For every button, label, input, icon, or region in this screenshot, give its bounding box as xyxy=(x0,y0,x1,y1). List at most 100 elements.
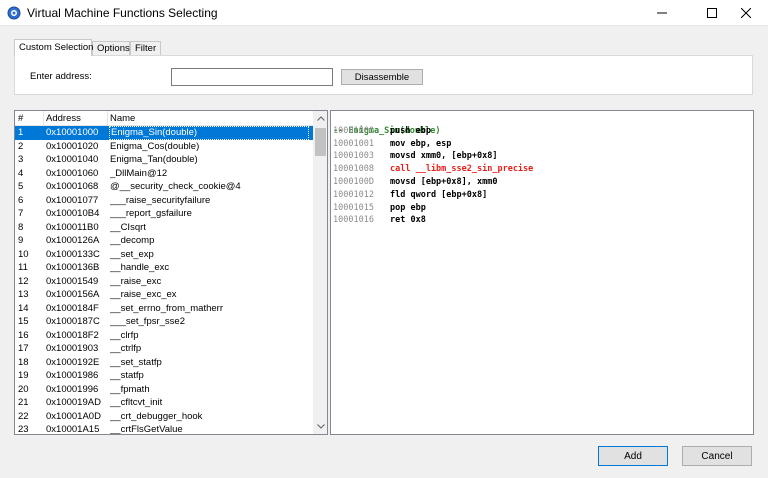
table-row[interactable]: 23 0x10001A15 __crtFlsGetValue xyxy=(15,423,313,435)
row-address: 0x10001020 xyxy=(46,140,99,152)
function-list[interactable]: # Address Name 1 0x10001000 Enigma_Sin(dou… xyxy=(14,110,328,435)
row-number: 21 xyxy=(18,397,29,408)
row-name: __crtFlsGetValue xyxy=(110,424,183,435)
row-number: 4 xyxy=(18,167,24,179)
tab-custom-selection[interactable]: Custom Selection xyxy=(14,39,93,56)
row-name: __decomp xyxy=(110,235,155,246)
row-address: 0x10001903 xyxy=(46,343,99,354)
table-row[interactable]: 14 0x1000184F __set_errno_from_matherr xyxy=(15,302,313,316)
cancel-button[interactable]: Cancel xyxy=(682,446,752,466)
column-header-number[interactable]: # xyxy=(18,113,23,124)
row-address: 0x100019AD xyxy=(46,397,101,408)
row-name: __raise_exc xyxy=(110,275,162,287)
table-row[interactable]: 9 0x1000126A __decomp xyxy=(15,234,313,248)
instruction: fld qword [ebp+0x8] xyxy=(390,189,488,200)
code-line: 10001015 pop ebp xyxy=(331,202,753,215)
row-name: __handle_exc xyxy=(110,262,170,273)
row-name: __ctrlfp xyxy=(110,343,142,354)
disassemble-button[interactable]: Disassemble xyxy=(341,69,423,85)
row-number: 13 xyxy=(18,289,29,300)
row-number: 12 xyxy=(18,275,29,287)
add-button[interactable]: Add xyxy=(598,446,668,466)
scroll-down-button[interactable] xyxy=(313,419,327,434)
call-instruction: call __libm_sse2_sin_precise xyxy=(390,164,534,175)
row-address: 0x10001068 xyxy=(46,181,99,192)
row-name: Enigma_Cos(double) xyxy=(110,140,200,152)
function-header-line: -- Enigma_Sin(double) xyxy=(331,112,753,136)
row-number: 16 xyxy=(18,329,29,341)
row-number: 18 xyxy=(18,356,29,368)
table-row[interactable]: 12 0x10001549 __raise_exc xyxy=(15,275,313,289)
address-input[interactable] xyxy=(171,68,333,86)
code-line: 1000100D movsd [ebp+0x8], xmm0 xyxy=(331,176,753,189)
column-header-address[interactable]: Address xyxy=(46,113,81,124)
tab-options[interactable]: Options xyxy=(92,41,130,55)
table-row[interactable]: 8 0x100011B0 __CIsqrt xyxy=(15,221,313,235)
table-row[interactable]: 19 0x10001986 __statfp xyxy=(15,369,313,383)
table-row[interactable]: 10 0x1000133C __set_exp xyxy=(15,248,313,262)
row-address: 0x10001077 xyxy=(46,194,99,206)
table-row[interactable]: 7 0x100010B4 ___report_gsfailure xyxy=(15,207,313,221)
row-address: 0x10001986 xyxy=(46,370,99,381)
code-line: 10001003 movsd xmm0, [ebp+0x8] xyxy=(331,150,753,163)
table-row[interactable]: 18 0x1000192E __set_statfp xyxy=(15,356,313,370)
instruction: ret 0x8 xyxy=(390,215,426,226)
close-button[interactable] xyxy=(724,0,768,26)
row-number: 15 xyxy=(18,316,29,327)
row-address: 0x1000133C xyxy=(46,248,100,260)
row-number: 1 xyxy=(18,127,24,138)
table-row[interactable]: 17 0x10001903 __ctrlfp xyxy=(15,342,313,356)
row-number: 17 xyxy=(18,343,29,354)
table-row[interactable]: 1 0x10001000 Enigma_Sin(double) xyxy=(15,126,313,140)
table-row[interactable]: 5 0x10001068 @__security_check_cookie@4 xyxy=(15,180,313,194)
table-row[interactable]: 13 0x1000156A __raise_exc_ex xyxy=(15,288,313,302)
row-number: 10 xyxy=(18,248,29,260)
maximize-icon xyxy=(707,8,717,18)
row-address: 0x10001A0D xyxy=(46,410,101,422)
table-row[interactable]: 20 0x10001996 __fpmath xyxy=(15,383,313,397)
list-scrollbar[interactable] xyxy=(313,111,327,434)
row-name: __statfp xyxy=(110,370,144,381)
table-row[interactable]: 6 0x10001077 ___raise_securityfailure xyxy=(15,194,313,208)
instruction: movsd xmm0, [ebp+0x8] xyxy=(390,151,498,162)
table-row[interactable]: 4 0x10001060 _DllMain@12 xyxy=(15,167,313,181)
row-address: 0x1000126A xyxy=(46,235,100,246)
code-address: 10001016 xyxy=(333,215,374,226)
table-row[interactable]: 21 0x100019AD __cfltcvt_init xyxy=(15,396,313,410)
row-address: 0x1000136B xyxy=(46,262,100,273)
row-address: 0x1000187C xyxy=(46,316,100,327)
column-header-name[interactable]: Name xyxy=(110,113,135,124)
column-separator[interactable] xyxy=(43,111,44,125)
minimize-icon xyxy=(657,8,667,18)
table-row[interactable]: 2 0x10001020 Enigma_Cos(double) xyxy=(15,140,313,154)
row-address: 0x10001A15 xyxy=(46,424,100,435)
row-address: 0x1000184F xyxy=(46,302,99,314)
row-address: 0x10001060 xyxy=(46,167,99,179)
row-number: 11 xyxy=(18,262,28,273)
row-name: __clrfp xyxy=(110,329,139,341)
chevron-down-icon xyxy=(316,421,325,432)
row-name: __raise_exc_ex xyxy=(110,289,177,300)
disassembly-view[interactable]: -- Enigma_Sin(double) 10001000 push ebp 10… xyxy=(330,110,754,435)
table-row[interactable]: 15 0x1000187C ___set_fpsr_sse2 xyxy=(15,315,313,329)
table-row[interactable]: 3 0x10001040 Enigma_Tan(double) xyxy=(15,153,313,167)
row-address: 0x100018F2 xyxy=(46,329,99,341)
scroll-thumb[interactable] xyxy=(315,128,326,156)
tab-filter[interactable]: Filter xyxy=(130,41,161,55)
row-name: __set_statfp xyxy=(110,356,162,368)
table-row[interactable]: 11 0x1000136B __handle_exc xyxy=(15,261,313,275)
list-header: # Address Name xyxy=(15,111,313,126)
row-address: 0x1000156A xyxy=(46,289,100,300)
column-separator[interactable] xyxy=(107,111,108,125)
row-name: __set_exp xyxy=(110,248,154,260)
scroll-up-button[interactable] xyxy=(313,111,327,126)
row-name: __cfltcvt_init xyxy=(110,397,163,408)
table-row[interactable]: 22 0x10001A0D __crt_debugger_hook xyxy=(15,410,313,424)
row-address: 0x10001040 xyxy=(46,154,99,165)
minimize-button[interactable] xyxy=(640,0,684,26)
custom-selection-panel: Enter address: Disassemble xyxy=(14,55,753,95)
row-name: Enigma_Sin(double) xyxy=(109,126,309,140)
row-address: 0x100010B4 xyxy=(46,208,100,219)
title-bar[interactable]: Virtual Machine Functions Selecting xyxy=(0,0,768,26)
table-row[interactable]: 16 0x100018F2 __clrfp xyxy=(15,329,313,343)
